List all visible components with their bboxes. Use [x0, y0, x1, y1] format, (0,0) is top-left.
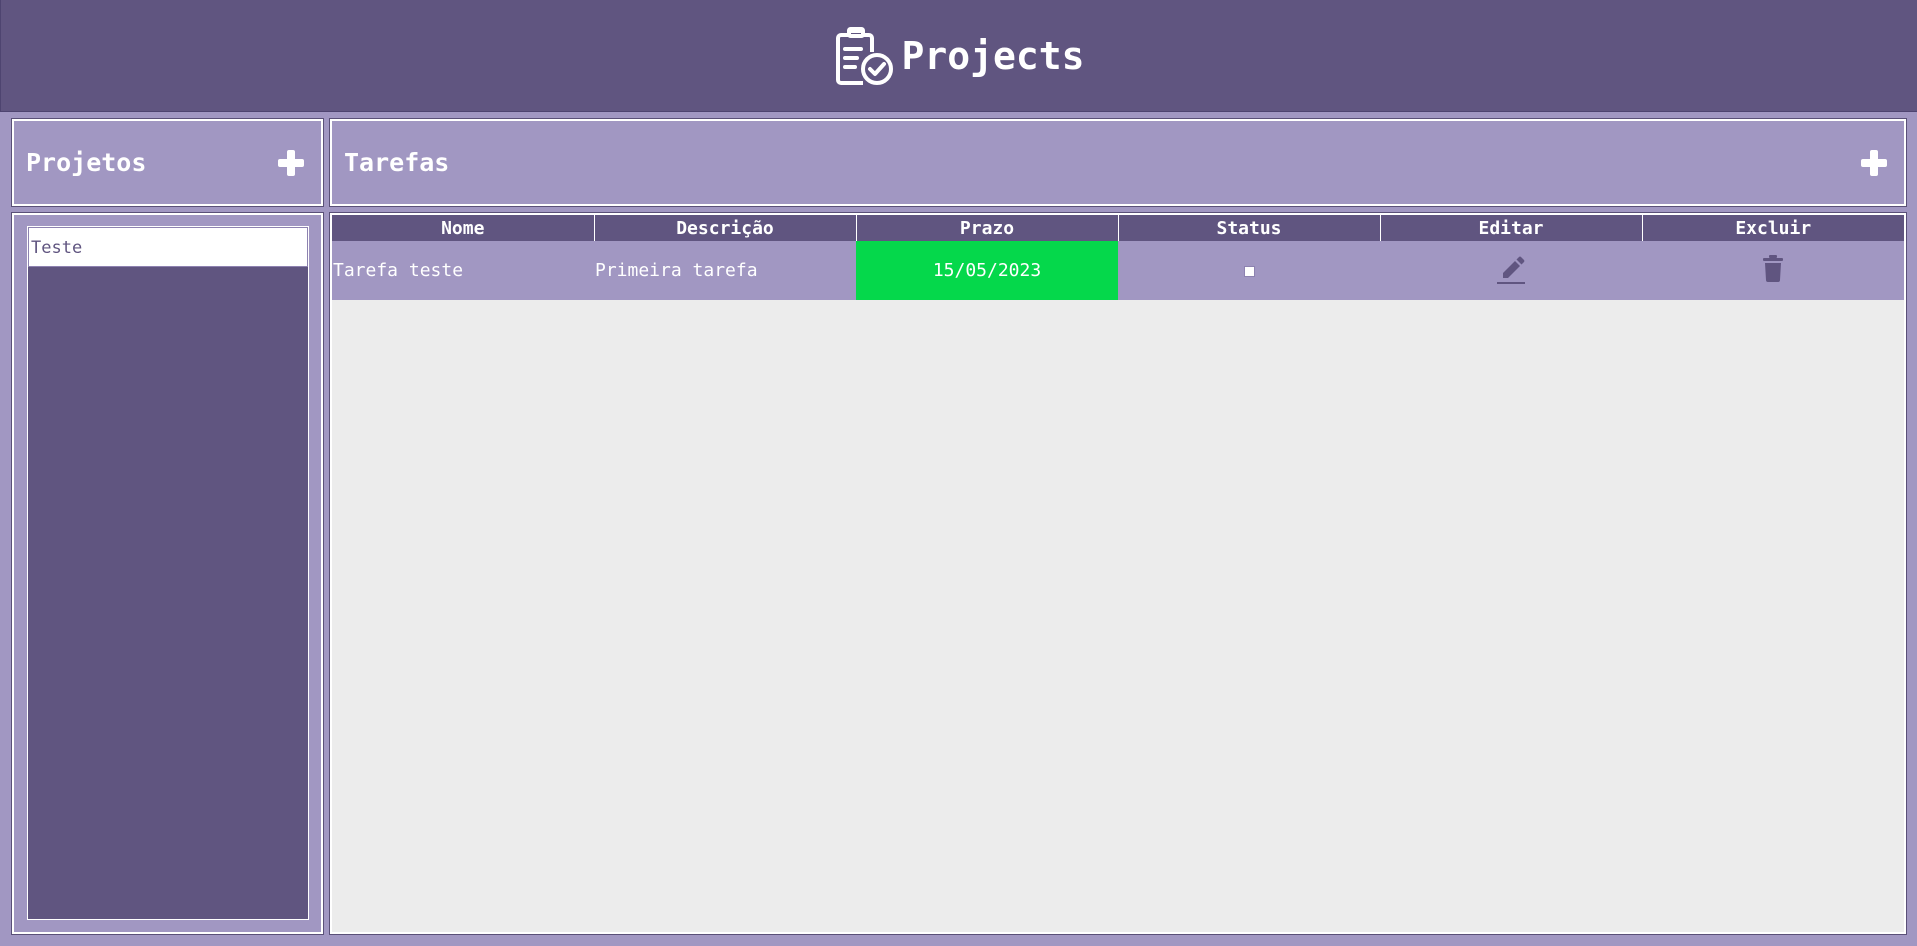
- app-title: Projects: [901, 33, 1085, 78]
- tasks-panel-header: Tarefas: [329, 118, 1907, 207]
- table-row: Tarefa teste Primeira tarefa 15/05/2023: [332, 241, 1904, 300]
- projects-panel-header: Projetos: [11, 118, 324, 207]
- add-task-button[interactable]: [1860, 149, 1888, 177]
- table-header-row: Nome Descrição Prazo Status Editar Exclu…: [332, 215, 1904, 241]
- column-header-name: Nome: [332, 215, 594, 241]
- task-delete-cell: [1642, 241, 1904, 300]
- task-edit-cell: [1380, 241, 1642, 300]
- column-header-edit: Editar: [1379, 215, 1642, 241]
- tasks-table: Nome Descrição Prazo Status Editar Exclu…: [332, 215, 1904, 300]
- column-header-delete: Excluir: [1641, 215, 1904, 241]
- delete-task-button[interactable]: [1762, 254, 1784, 287]
- projects-panel: Teste: [11, 212, 324, 935]
- app-brand: Projects: [833, 25, 1085, 87]
- tasks-title: Tarefas: [344, 148, 450, 177]
- task-status-cell: [1118, 241, 1380, 300]
- column-header-due: Prazo: [855, 215, 1118, 241]
- plus-icon: [278, 149, 304, 176]
- task-description: Primeira tarefa: [594, 241, 856, 300]
- edit-task-button[interactable]: [1495, 251, 1527, 290]
- task-name: Tarefa teste: [332, 241, 594, 300]
- trash-icon: [1763, 255, 1783, 282]
- add-project-button[interactable]: [277, 149, 305, 177]
- task-status-checkbox[interactable]: [1243, 265, 1255, 277]
- project-item[interactable]: Teste: [28, 227, 308, 267]
- column-header-status: Status: [1117, 215, 1380, 241]
- tasks-panel: Nome Descrição Prazo Status Editar Exclu…: [329, 212, 1907, 935]
- clipboard-check-icon: [836, 26, 894, 85]
- project-list: Teste: [27, 226, 309, 920]
- task-due-date: 15/05/2023: [856, 241, 1118, 300]
- column-header-description: Descrição: [593, 215, 856, 241]
- plus-icon: [1861, 149, 1887, 176]
- app-header: Projects: [0, 0, 1917, 112]
- pencil-icon: [1497, 256, 1525, 284]
- projects-title: Projetos: [26, 148, 147, 177]
